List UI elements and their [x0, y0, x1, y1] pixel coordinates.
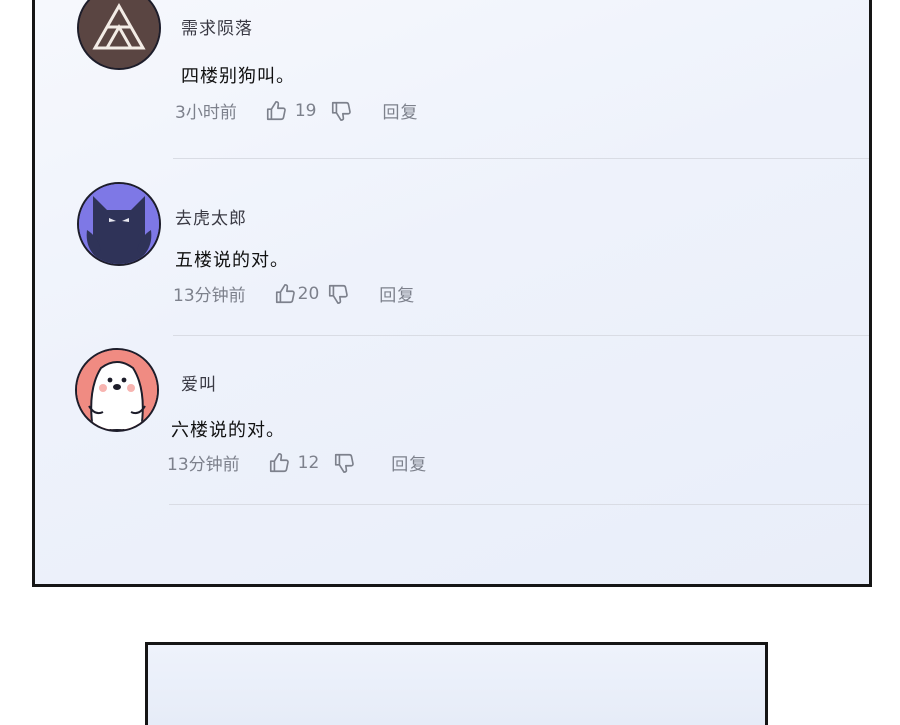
timestamp: 13分钟前 — [167, 455, 240, 475]
white-dog-avatar-icon — [77, 350, 157, 430]
comment-meta: 13分钟前 12 回复 — [167, 450, 427, 476]
reply-button[interactable]: 回复 — [382, 98, 418, 123]
divider — [173, 335, 869, 336]
comment-panel: 需求陨落 四楼别狗叫。 3小时前 19 回复 去虎太郎 五楼说的对。 13分钟前… — [32, 0, 872, 587]
username[interactable]: 去虎太郎 — [175, 204, 247, 229]
thumbs-down-icon[interactable] — [327, 283, 349, 305]
dark-cat-avatar-icon — [79, 184, 159, 264]
timestamp: 3小时前 — [175, 103, 237, 123]
like-count: 20 — [297, 283, 320, 304]
thumbs-up-icon[interactable] — [268, 452, 290, 474]
comment-text: 六楼说的对。 — [171, 420, 285, 441]
username[interactable]: 需求陨落 — [181, 14, 253, 39]
username[interactable]: 爱叫 — [181, 370, 217, 395]
thumbs-up-icon[interactable] — [265, 100, 287, 122]
comment-text: 五楼说的对。 — [175, 250, 289, 271]
thumbs-up-icon[interactable] — [274, 283, 296, 305]
comment-meta: 13分钟前 20 回复 — [173, 281, 415, 307]
thumbs-down-icon[interactable] — [333, 452, 355, 474]
divider — [169, 504, 869, 505]
like-count: 12 — [297, 452, 320, 473]
avatar[interactable] — [75, 348, 159, 432]
avatar[interactable] — [77, 182, 161, 266]
like-count: 19 — [294, 100, 317, 121]
next-panel — [145, 642, 768, 725]
thumbs-down-icon[interactable] — [330, 100, 352, 122]
triangle-avatar-icon — [79, 0, 159, 68]
timestamp: 13分钟前 — [173, 286, 246, 306]
reply-button[interactable]: 回复 — [379, 281, 415, 306]
divider — [173, 158, 869, 159]
comment-meta: 3小时前 19 回复 — [175, 98, 418, 124]
reply-button[interactable]: 回复 — [391, 450, 427, 475]
avatar[interactable] — [77, 0, 161, 70]
comment-text: 四楼别狗叫。 — [181, 66, 295, 87]
